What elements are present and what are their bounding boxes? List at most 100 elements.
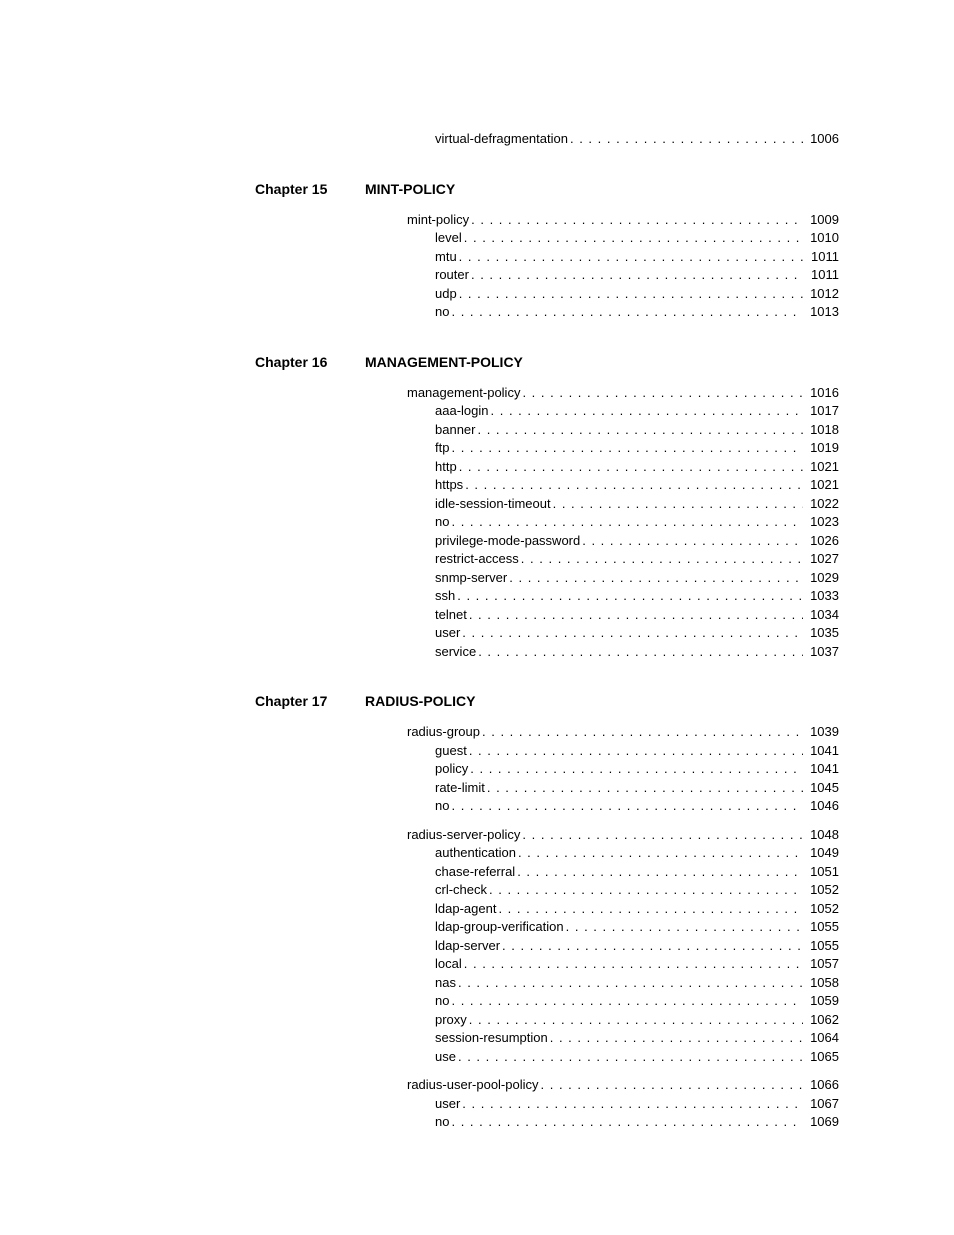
toc-entry[interactable]: use1065 bbox=[435, 1048, 839, 1067]
toc-entry-label: no bbox=[435, 797, 449, 816]
toc-entry[interactable]: level1010 bbox=[435, 229, 839, 248]
toc-chapter-heading[interactable]: Chapter 16MANAGEMENT-POLICY bbox=[255, 354, 839, 370]
toc-entry-page: 1021 bbox=[803, 476, 839, 495]
toc-entry-page: 1018 bbox=[803, 421, 839, 440]
toc-entry[interactable]: https1021 bbox=[435, 476, 839, 495]
toc-entry-page: 1041 bbox=[803, 760, 839, 779]
toc-entry-page: 1009 bbox=[803, 211, 839, 230]
toc-entry[interactable]: privilege-mode-password1026 bbox=[435, 532, 839, 551]
toc-entry[interactable]: http1021 bbox=[435, 458, 839, 477]
toc-entry-page: 1033 bbox=[803, 587, 839, 606]
toc-entry-label: banner bbox=[435, 421, 475, 440]
toc-leader-dots bbox=[507, 569, 803, 588]
toc-entry-page: 1052 bbox=[803, 900, 839, 919]
toc-entry[interactable]: virtual-defragmentation1006 bbox=[435, 130, 839, 149]
toc-leader-dots bbox=[467, 742, 803, 761]
toc-chapter-heading[interactable]: Chapter 15MINT-POLICY bbox=[255, 181, 839, 197]
toc-entry[interactable]: restrict-access1027 bbox=[435, 550, 839, 569]
toc-leader-dots bbox=[449, 513, 803, 532]
toc-entry-label: user bbox=[435, 624, 460, 643]
toc-leader-dots bbox=[580, 532, 803, 551]
toc-entry-label: rate-limit bbox=[435, 779, 485, 798]
toc-entry[interactable]: nas1058 bbox=[435, 974, 839, 993]
toc-entry-page: 1019 bbox=[803, 439, 839, 458]
toc-entry[interactable]: crl-check 1052 bbox=[435, 881, 839, 900]
toc-entry[interactable]: udp1012 bbox=[435, 285, 839, 304]
toc-entry-page: 1057 bbox=[803, 955, 839, 974]
toc-entry[interactable]: ftp1019 bbox=[435, 439, 839, 458]
toc-entry-label: aaa-login bbox=[435, 402, 489, 421]
toc-leader-dots bbox=[480, 723, 803, 742]
toc-entry-label: crl-check bbox=[435, 881, 487, 900]
toc-leader-dots bbox=[539, 1076, 804, 1095]
toc-entry[interactable]: management-policy1016 bbox=[407, 384, 839, 403]
toc-entry-label: virtual-defragmentation bbox=[435, 130, 568, 149]
toc-entry[interactable]: no1013 bbox=[435, 303, 839, 322]
toc-leader-dots bbox=[460, 1095, 803, 1114]
toc-entry-label: idle-session-timeout bbox=[435, 495, 551, 514]
toc-entry-page: 1066 bbox=[803, 1076, 839, 1095]
toc-entry[interactable]: aaa-login1017 bbox=[435, 402, 839, 421]
toc-entry[interactable]: ssh 1033 bbox=[435, 587, 839, 606]
toc-entry-label: ldap-server bbox=[435, 937, 500, 956]
toc-entry-label: local bbox=[435, 955, 462, 974]
toc-entry-page: 1064 bbox=[803, 1029, 839, 1048]
toc-leader-dots bbox=[469, 211, 803, 230]
toc-entry[interactable]: telnet1034 bbox=[435, 606, 839, 625]
toc-leader-dots bbox=[469, 266, 803, 285]
toc-entry[interactable]: authentication1049 bbox=[435, 844, 839, 863]
toc-entry[interactable]: snmp-server1029 bbox=[435, 569, 839, 588]
toc-entry[interactable]: user 1035 bbox=[435, 624, 839, 643]
toc-entry[interactable]: no1069 bbox=[435, 1113, 839, 1132]
toc-entry-group: management-policy1016aaa-login1017banner… bbox=[365, 384, 839, 662]
toc-entry-label: proxy bbox=[435, 1011, 467, 1030]
toc-entry[interactable]: mint-policy1009 bbox=[407, 211, 839, 230]
chapter-number: Chapter 16 bbox=[255, 354, 365, 370]
toc-entry[interactable]: guest1041 bbox=[435, 742, 839, 761]
toc-entry[interactable]: chase-referral 1051 bbox=[435, 863, 839, 882]
toc-entry[interactable]: radius-group1039 bbox=[407, 723, 839, 742]
toc-entry-group: radius-user-pool-policy 1066user1067no106… bbox=[365, 1076, 839, 1132]
toc-entry[interactable]: router1011 bbox=[435, 266, 839, 285]
toc-entry-page: 1052 bbox=[803, 881, 839, 900]
toc-entry[interactable]: ldap-group-verification1055 bbox=[435, 918, 839, 937]
toc-chapter-section: Chapter 16MANAGEMENT-POLICY management-po… bbox=[255, 354, 839, 662]
toc-entry[interactable]: proxy1062 bbox=[435, 1011, 839, 1030]
toc-entry-page: 1058 bbox=[803, 974, 839, 993]
toc-entry-page: 1035 bbox=[803, 624, 839, 643]
toc-entry-label: ldap-group-verification bbox=[435, 918, 564, 937]
toc-entry-label: session-resumption bbox=[435, 1029, 548, 1048]
toc-entry[interactable]: rate-limit1045 bbox=[435, 779, 839, 798]
toc-entry[interactable]: local 1057 bbox=[435, 955, 839, 974]
toc-entry-page: 1012 bbox=[803, 285, 839, 304]
toc-entry[interactable]: ldap-agent1052 bbox=[435, 900, 839, 919]
toc-leader-dots bbox=[463, 476, 803, 495]
chapter-number: Chapter 15 bbox=[255, 181, 365, 197]
toc-entry[interactable]: no1059 bbox=[435, 992, 839, 1011]
toc-entry[interactable]: no1023 bbox=[435, 513, 839, 532]
toc-entry-page: 1016 bbox=[803, 384, 839, 403]
toc-entry[interactable]: session-resumption 1064 bbox=[435, 1029, 839, 1048]
chapter-title: RADIUS-POLICY bbox=[365, 693, 475, 709]
toc-entry[interactable]: policy1041 bbox=[435, 760, 839, 779]
toc-entry[interactable]: no1046 bbox=[435, 797, 839, 816]
toc-leader-dots bbox=[462, 229, 803, 248]
toc-entry-label: chase-referral bbox=[435, 863, 515, 882]
toc-entry-label: radius-user-pool-policy bbox=[407, 1076, 539, 1095]
toc-chapter-heading[interactable]: Chapter 17RADIUS-POLICY bbox=[255, 693, 839, 709]
toc-entry[interactable]: idle-session-timeout1022 bbox=[435, 495, 839, 514]
toc-entry[interactable]: radius-server-policy1048 bbox=[407, 826, 839, 845]
toc-entry-label: user bbox=[435, 1095, 460, 1114]
toc-entry[interactable]: mtu1011 bbox=[435, 248, 839, 267]
toc-entry[interactable]: service1037 bbox=[435, 643, 839, 662]
toc-entry[interactable]: ldap-server1055 bbox=[435, 937, 839, 956]
toc-entry-page: 1051 bbox=[803, 863, 839, 882]
toc-entry-label: guest bbox=[435, 742, 467, 761]
toc-entry[interactable]: user1067 bbox=[435, 1095, 839, 1114]
toc-leader-dots bbox=[548, 1029, 803, 1048]
toc-entry[interactable]: radius-user-pool-policy 1066 bbox=[407, 1076, 839, 1095]
toc-entry-page: 1065 bbox=[803, 1048, 839, 1067]
toc-entry-label: ssh bbox=[435, 587, 455, 606]
toc-leader-dots bbox=[468, 760, 803, 779]
toc-entry[interactable]: banner 1018 bbox=[435, 421, 839, 440]
